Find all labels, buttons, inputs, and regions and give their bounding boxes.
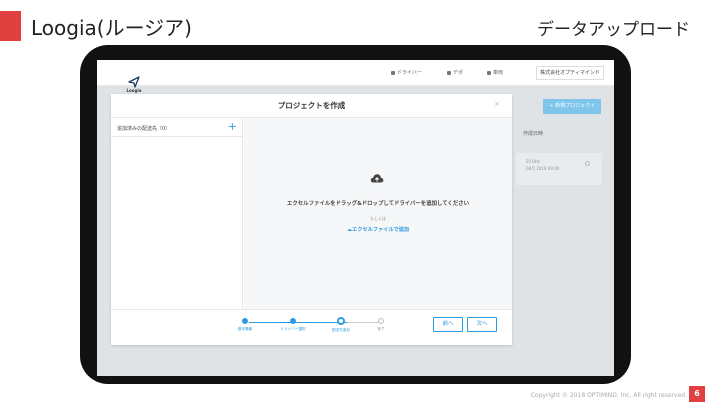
step-basic-info: 基本情報 [225, 318, 265, 332]
slide-title: Loogia(ルージア) [31, 16, 192, 40]
top-navigation: ドライバー デポ 車両 株式会社オプティマインド [97, 60, 614, 86]
close-icon[interactable]: × [494, 100, 500, 108]
project-card-date: 2018年 [526, 159, 541, 164]
step-label: 配送先追加 [332, 328, 350, 332]
nav-item-drivers[interactable]: ドライバー [391, 69, 422, 76]
modal-title: プロジェクトを作成 [277, 101, 346, 110]
step-done-icon [242, 318, 248, 324]
step-add-destination: 配送先追加 [321, 317, 361, 333]
paper-plane-icon [128, 76, 140, 88]
step-label: 完了 [377, 327, 385, 331]
drop-or-text: もしくは [370, 216, 386, 221]
step-done-icon [290, 318, 296, 324]
add-destination-button[interactable]: + [228, 120, 237, 133]
destination-list-panel: 追加済みの配送先（0） + [111, 118, 243, 309]
depot-icon [447, 70, 451, 75]
slide-accent-block [0, 11, 21, 41]
modal-footer-divider [111, 309, 512, 310]
next-button[interactable]: 次へ [467, 317, 497, 332]
cloud-upload-icon [370, 174, 384, 183]
step-complete: 完了 [361, 318, 401, 332]
nav-item-vehicles[interactable]: 車両 [487, 69, 503, 76]
created-at-column-label: 作成日時 [523, 131, 544, 137]
app-screen: ドライバー デポ 車両 株式会社オプティマインド Loogia ＋ 新規プロジェ… [97, 60, 614, 376]
upload-excel-label: エクセルファイルで追加 [352, 227, 410, 233]
page-number: 6 [689, 386, 705, 402]
destination-list-header: 追加済みの配送先（0） + [111, 118, 243, 137]
brand-logo[interactable]: Loogia [121, 76, 147, 93]
nav-depots-label: デポ [453, 70, 464, 76]
nav-item-depots[interactable]: デポ [447, 69, 463, 76]
project-card-menu-icon[interactable] [585, 161, 590, 166]
step-current-icon [337, 317, 345, 325]
destination-count-label: 追加済みの配送先（0） [117, 126, 171, 132]
copyright-text: Copyright © 2018 OPTIMIND. Inc. All righ… [530, 392, 687, 399]
company-menu[interactable]: 株式会社オプティマインド [536, 66, 604, 80]
step-label: 基本情報 [237, 327, 253, 331]
project-card[interactable]: 2018年 08月 2018 09:00 [516, 153, 602, 185]
slide-subtitle: データアップロード [537, 20, 690, 40]
new-project-button[interactable]: ＋ 新規プロジェクト [543, 99, 601, 114]
create-project-modal: プロジェクトを作成 × 追加済みの配送先（0） + エクセルファイルをドラッグ&… [111, 94, 512, 345]
brand-name: Loogia [126, 88, 142, 93]
step-label: ドライバー選択 [280, 327, 306, 331]
step-todo-icon [378, 318, 384, 324]
step-driver-select: ドライバー選択 [273, 318, 313, 332]
file-drop-zone[interactable]: エクセルファイルをドラッグ&ドロップしてドライバーを追加してください もしくは … [244, 118, 512, 309]
prev-button[interactable]: 前へ [433, 317, 463, 332]
driver-icon [391, 70, 395, 75]
drop-instruction: エクセルファイルをドラッグ&ドロップしてドライバーを追加してください [287, 201, 469, 207]
vehicle-icon [487, 70, 491, 75]
nav-drivers-label: ドライバー [397, 70, 422, 76]
upload-excel-link[interactable]: ☁エクセルファイルで追加 [244, 226, 512, 233]
project-card-time: 08月 2018 09:00 [526, 166, 560, 171]
nav-vehicles-label: 車両 [493, 70, 504, 76]
